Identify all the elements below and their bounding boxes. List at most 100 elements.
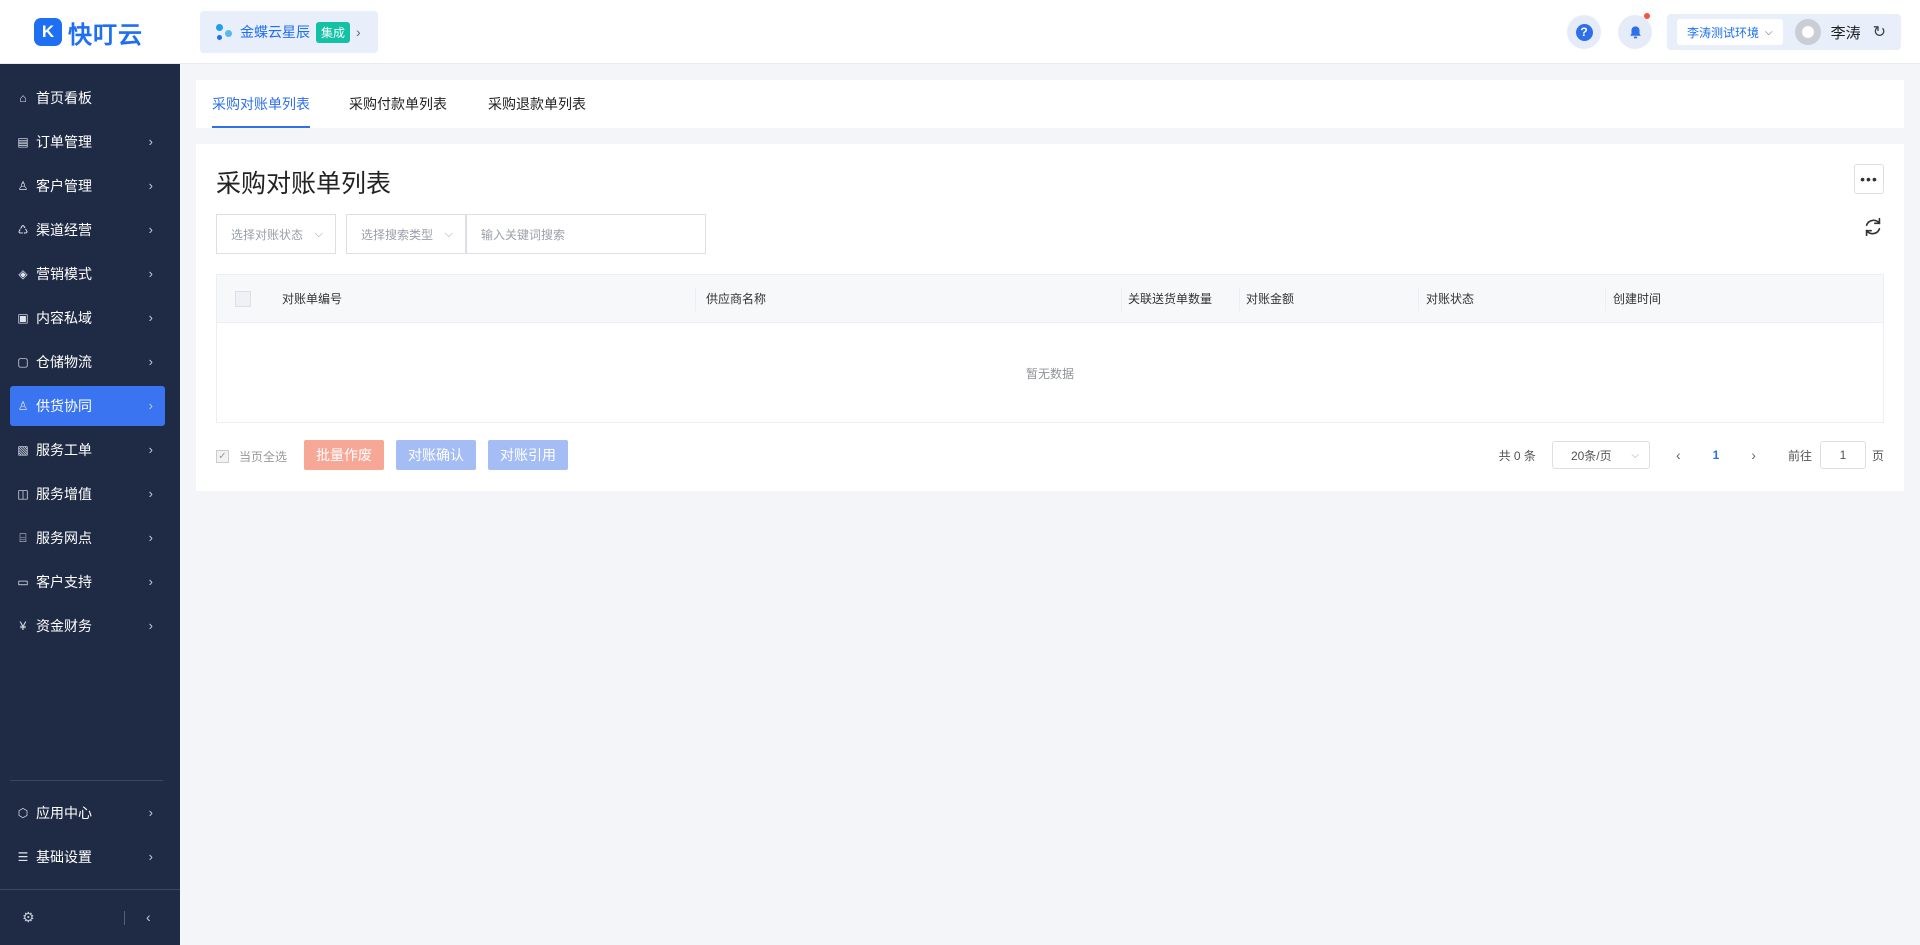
sidebar-bottom-divider <box>0 889 180 890</box>
sync-icon[interactable] <box>1862 216 1884 238</box>
chevron-right-icon: › <box>148 530 153 545</box>
supplier-icon: ♙ <box>17 399 29 413</box>
chevron-right-icon: › <box>148 134 153 149</box>
tab-refund-list[interactable]: 采购退款单列表 <box>488 94 586 128</box>
sidebar-item-tag[interactable]: ◈ 营销模式 › <box>10 254 165 294</box>
app-logo[interactable]: K 快叮云 <box>34 16 143 49</box>
next-page-icon[interactable]: › <box>1751 447 1756 463</box>
chevron-right-icon: › <box>148 442 153 457</box>
chevron-right-icon: › <box>148 266 153 281</box>
image-icon: ▣ <box>17 311 29 325</box>
chevron-down-icon: ⌵ <box>314 227 323 240</box>
sidebar-item-supplier[interactable]: ♙ 供货协同 › <box>10 386 165 426</box>
sidebar-item-yuan[interactable]: ¥ 资金财务 › <box>10 606 165 646</box>
table-empty-text: 暂无数据 <box>1025 366 1074 381</box>
cube-icon: ⬡ <box>17 806 29 820</box>
page-number-current[interactable]: 1 <box>1713 448 1720 462</box>
integration-name: 金蝶云星辰 <box>240 24 310 40</box>
jump-label: 前往 <box>1787 448 1812 463</box>
sidebar-item-label: 基础设置 <box>36 849 92 865</box>
support-icon: ▭ <box>17 575 29 589</box>
chevron-right-icon: › <box>148 618 153 633</box>
integration-switcher[interactable]: 金蝶云星辰 集成 › <box>200 11 378 53</box>
keyword-search-input[interactable]: 输入关键词搜索 <box>466 214 706 254</box>
sidebar-item-channel[interactable]: ♺ 渠道经营 › <box>10 210 165 250</box>
avatar[interactable] <box>1794 19 1821 45</box>
clipboard-icon: ▤ <box>17 135 29 149</box>
page-size-select[interactable]: 20条/页 ⌵ <box>1551 441 1650 469</box>
sidebar-footer-separator <box>124 911 125 925</box>
settings-icon: ☰ <box>17 850 29 864</box>
help-button[interactable]: ? <box>1567 15 1601 49</box>
col-header-supplier: 供应商名称 <box>706 292 767 306</box>
select-page-all[interactable]: ✓ 当页全选 <box>216 448 287 465</box>
sidebar-item-label: 内容私域 <box>36 310 92 326</box>
status-filter-select[interactable]: 选择对账状态 ⌵ <box>216 214 336 254</box>
jump-page-input[interactable]: 1 <box>1819 441 1866 469</box>
tab-reconciliation-list[interactable]: 采购对账单列表 <box>212 94 310 128</box>
sidebar-item-home[interactable]: ⌂ 首页看板 <box>10 78 165 118</box>
chevron-right-icon: › <box>148 805 153 820</box>
refresh-icon[interactable]: ↻ <box>1873 22 1886 42</box>
sidebar-item-label: 首页看板 <box>36 90 92 106</box>
sidebar-item-cube[interactable]: ⬡ 应用中心 › <box>10 793 165 833</box>
collapse-sidebar-icon[interactable]: ‹ <box>146 909 151 925</box>
tab-payment-list[interactable]: 采购付款单列表 <box>349 94 447 128</box>
sidebar-item-label: 服务网点 <box>36 530 92 546</box>
sidebar-item-bag[interactable]: ◫ 服务增值 › <box>10 474 165 514</box>
page-size-value: 20条/页 <box>1570 448 1612 463</box>
sidebar-item-settings[interactable]: ☰ 基础设置 › <box>10 837 165 877</box>
chevron-right-icon: › <box>148 849 153 864</box>
logo-mark-icon: K <box>34 18 62 46</box>
more-options-button[interactable]: ••• <box>1854 164 1884 194</box>
environment-select[interactable]: 李涛测试环境 ⌵ <box>1677 19 1783 45</box>
gear-icon[interactable]: ⚙ <box>22 909 35 926</box>
sidebar-item-label: 营销模式 <box>36 266 92 282</box>
chevron-right-icon: › <box>148 354 153 369</box>
tag-icon: ◈ <box>18 267 28 281</box>
sidebar-item-box[interactable]: ▢ 仓储物流 › <box>10 342 165 382</box>
page-tabs: 采购对账单列表 采购付款单列表 采购退款单列表 <box>196 80 1904 128</box>
prev-page-icon[interactable]: ‹ <box>1676 447 1681 463</box>
sidebar-item-label: 仓储物流 <box>36 354 92 370</box>
search-type-placeholder: 选择搜索类型 <box>361 227 434 242</box>
chevron-right-icon: › <box>148 178 153 193</box>
sidebar-divider <box>10 780 163 781</box>
sidebar-item-label: 服务工单 <box>36 442 92 458</box>
chevron-right-icon: › <box>148 398 153 413</box>
sidebar-item-clipboard[interactable]: ▤ 订单管理 › <box>10 122 165 162</box>
sidebar-item-support[interactable]: ▭ 客户支持 › <box>10 562 165 602</box>
header-checkbox[interactable] <box>235 291 251 307</box>
reconcile-quote-button[interactable]: 对账引用 <box>488 440 568 470</box>
col-header-order-no: 对账单编号 <box>282 292 343 306</box>
page-title: 采购对账单列表 <box>216 170 392 198</box>
col-header-created-at: 创建时间 <box>1613 292 1662 306</box>
sidebar-item-label: 应用中心 <box>36 805 92 821</box>
sidebar-item-user[interactable]: ♙ 客户管理 › <box>10 166 165 206</box>
chevron-right-icon: › <box>148 222 153 237</box>
sidebar-item-store[interactable]: ⌸ 服务网点 › <box>10 518 165 558</box>
reconcile-confirm-button[interactable]: 对账确认 <box>396 440 476 470</box>
environment-label: 李涛测试环境 <box>1687 25 1760 40</box>
col-header-amount: 对账金额 <box>1246 292 1295 306</box>
notification-button[interactable] <box>1618 13 1652 49</box>
bag-icon: ◫ <box>17 487 29 501</box>
select-all-label: 当页全选 <box>239 450 288 464</box>
main-card: 采购对账单列表 ••• 选择对账状态 ⌵ 选择搜索类型 ⌵ 输入关键词搜索 对账… <box>196 144 1904 491</box>
notification-dot <box>1644 13 1650 19</box>
sidebar-item-label: 供货协同 <box>36 398 92 414</box>
chevron-right-icon: › <box>148 486 153 501</box>
sidebar-item-label: 渠道经营 <box>36 222 92 238</box>
sidebar-item-work-order[interactable]: ▧ 服务工单 › <box>10 430 165 470</box>
user-name[interactable]: 李涛 <box>1831 22 1861 43</box>
chevron-right-icon: › <box>356 24 361 40</box>
table-footer: ✓ 当页全选 批量作废 对账确认 对账引用 共 0 条 20条/页 ⌵ ‹ 1 … <box>216 440 1884 470</box>
search-type-select[interactable]: 选择搜索类型 ⌵ <box>346 214 466 254</box>
integration-dots-icon <box>214 22 234 42</box>
help-icon: ? <box>1575 23 1593 41</box>
store-icon: ⌸ <box>19 530 27 545</box>
pagination: 共 0 条 20条/页 ⌵ ‹ 1 › 前往 1 页 <box>1499 440 1884 470</box>
sidebar-item-image[interactable]: ▣ 内容私域 › <box>10 298 165 338</box>
select-all-checkbox[interactable]: ✓ <box>216 450 229 463</box>
batch-void-button[interactable]: 批量作废 <box>304 440 384 470</box>
